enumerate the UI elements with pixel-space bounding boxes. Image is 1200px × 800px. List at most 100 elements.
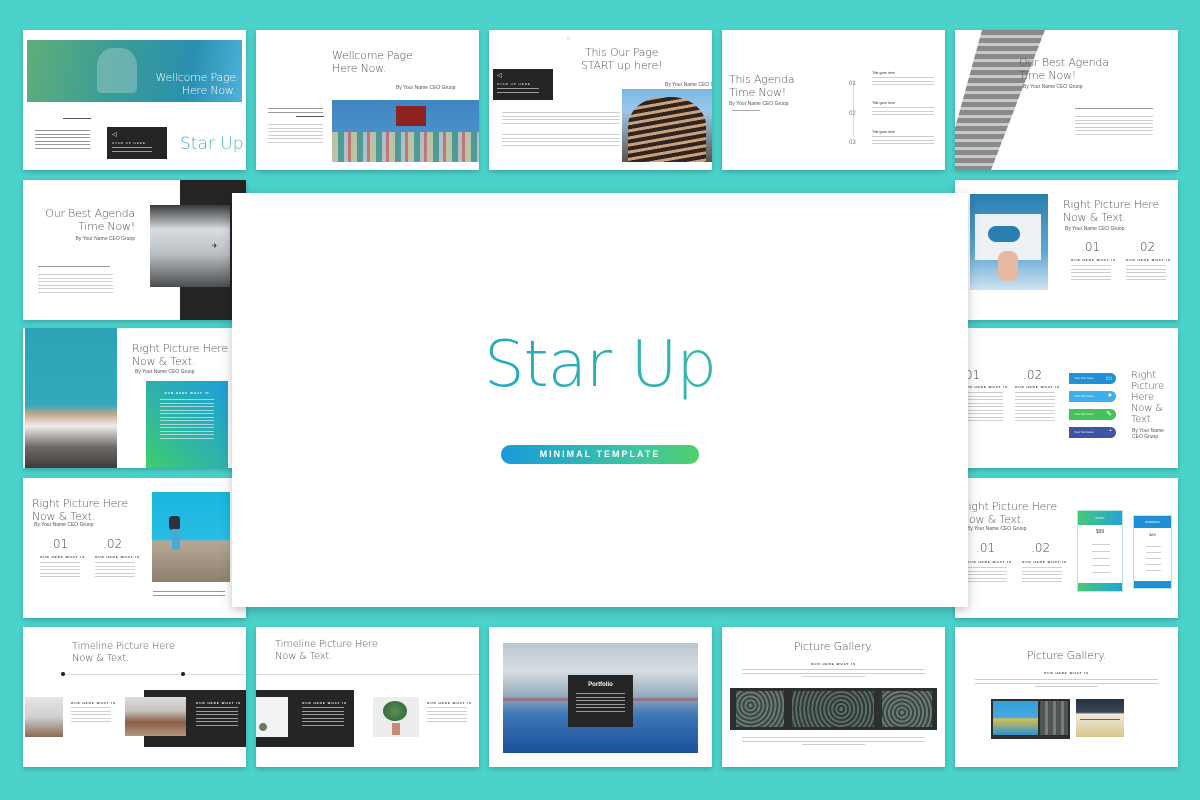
agenda-item: 02 Title goes here xyxy=(849,101,934,120)
byline: By Your Name CEO Gruop xyxy=(1023,84,1083,90)
diagonal-building-photo xyxy=(955,30,1045,170)
title-line: Right Picture Here xyxy=(961,500,1057,513)
slide-thumbnail-gallery-2[interactable]: Picture Gallery. OUR HERE WHAT IS xyxy=(955,627,1178,767)
feature-button[interactable]: Your Text Here ◔ xyxy=(1069,427,1116,438)
slide-title: Timeline Picture Here Now & Text. xyxy=(72,641,175,664)
stat-label: Our Here What is xyxy=(1022,560,1068,564)
man-sitting-photo xyxy=(152,492,230,582)
agenda-num: 03 xyxy=(849,140,856,146)
timeline-dot xyxy=(181,672,185,676)
agenda-label: Title goes here xyxy=(872,130,896,134)
title-line: START up here! xyxy=(581,58,663,72)
title-line: Our Best Agenda xyxy=(45,207,135,220)
title-line: Timeline Picture Here xyxy=(275,639,378,650)
slide-thumbnail-gallery-1[interactable]: Picture Gallery. OUR HERE WHAT IS xyxy=(722,627,945,767)
item-label: Our Here What is xyxy=(302,701,348,705)
slide-title: Our Best Agenda Time Now! xyxy=(1019,56,1109,82)
gallery-label: OUR HERE WHAT IS xyxy=(810,662,857,666)
feature-button[interactable]: Your Text Here ● xyxy=(1069,391,1116,402)
timeline-dot xyxy=(61,672,65,676)
divider xyxy=(63,118,91,119)
gallery-photo-1 xyxy=(991,699,1070,739)
item-label: Our Here What is xyxy=(196,701,242,705)
mountain-photo xyxy=(125,697,186,736)
feature-button[interactable]: Your Text Here ✎ xyxy=(1069,409,1116,420)
title-line: Text. xyxy=(1131,414,1154,425)
hero-slide-star-up[interactable]: Star Up MINIMAL TEMPLATE xyxy=(232,193,968,607)
plan-button[interactable] xyxy=(1078,583,1122,591)
stat-number: .01 xyxy=(976,541,996,555)
stat-number: .01 xyxy=(49,537,69,551)
gallery-label: OUR HERE WHAT IS xyxy=(1043,671,1090,675)
gradient-text-box: OUR HERE WHAT IS xyxy=(146,381,228,468)
byline: By Your Name CEO Gruop xyxy=(967,526,1027,532)
button-label: Your Text Here xyxy=(1074,394,1094,398)
slide-thumbnail-agenda[interactable]: This Agenda Time Now! By Your Name CEO G… xyxy=(722,30,945,170)
building-photo xyxy=(332,100,479,162)
slide-thumbnail-right-picture-beach[interactable]: Right Picture Here Now & Text. By Your N… xyxy=(23,328,246,468)
plan-price: $99 xyxy=(1095,529,1105,535)
item-label: Our Here What is xyxy=(71,701,117,705)
stat-number: .02 xyxy=(1136,240,1156,254)
stat-label: Our Here What is xyxy=(967,560,1013,564)
title-line: Now & Text. xyxy=(72,652,130,664)
title-line: Time Now! xyxy=(729,85,786,99)
pricing-card-basic: BASIC $99 xyxy=(1077,510,1123,592)
title-line: Here xyxy=(1131,392,1154,403)
stat-label: Our Here What is xyxy=(1015,385,1061,389)
plan-button[interactable] xyxy=(1134,581,1171,588)
slide-thumbnail-right-picture-cloud[interactable]: Right Picture Here Now & Text. By Your N… xyxy=(955,180,1178,320)
title-line: This Agenda xyxy=(729,73,795,86)
slide-thumbnail-start-page[interactable]: ” This Our Page START up here! By Your N… xyxy=(489,30,712,170)
slide-thumbnail-timeline-1[interactable]: Timeline Picture Here Now & Text. Our He… xyxy=(23,627,246,767)
slide-thumbnail-right-picture-pricing[interactable]: Right Picture Here Now & Text. By Your N… xyxy=(955,478,1178,618)
feature-button[interactable]: Your Text Here ▭ xyxy=(1069,373,1116,384)
edit-icon: ✎ xyxy=(1106,411,1112,418)
title-line: Time Now! xyxy=(1019,68,1076,82)
plan-price: $89 xyxy=(1149,532,1156,537)
gallery-strip xyxy=(730,688,937,730)
divider xyxy=(732,110,760,111)
slide-thumbnail-best-agenda-photo[interactable]: Our Best Agenda Time Now! By Your Name C… xyxy=(23,180,246,320)
timeline-line xyxy=(256,674,479,675)
agenda-label: Title goes here xyxy=(872,101,896,105)
slide-thumbnail-right-picture-buttons[interactable]: .01 .02 Our Here What is Our Here What i… xyxy=(955,328,1178,468)
title-line: Time Now! xyxy=(78,219,135,233)
stat-number: .02 xyxy=(103,537,123,551)
byline: By Your Name CEO Gruop xyxy=(75,236,135,242)
plant-vase-photo xyxy=(373,697,419,737)
box-label: OUR HERE WHAT IS xyxy=(164,391,210,395)
slide-title: Right Picture Here Now & Text. xyxy=(132,342,228,368)
byline: By Your Name CEO Gruop xyxy=(1132,428,1164,440)
title-line: Now & Text. xyxy=(275,650,333,662)
slide-thumbnail-right-picture-man[interactable]: Right Picture Here Now & Text. By Your N… xyxy=(23,478,246,618)
slide-title: Picture Gallery. xyxy=(1026,649,1107,662)
stat-number: .02 xyxy=(1031,541,1051,555)
beach-photo xyxy=(25,328,117,468)
stat-label: Our Here What is xyxy=(1071,258,1117,262)
slide-thumbnail-welcome-banner[interactable]: Wellcome Page Here Now. ◁ STAR UP HERE S… xyxy=(23,30,246,170)
title-line: Wellcome Page xyxy=(155,71,236,84)
agenda-num: 01 xyxy=(849,81,856,87)
stat-number: .02 xyxy=(1023,368,1043,382)
quote-icon: ” xyxy=(567,36,570,46)
title-line: Right xyxy=(1131,370,1156,381)
stat-label: Our Here What is xyxy=(40,555,86,559)
slide-thumbnail-best-agenda[interactable]: Our Best Agenda Time Now! By Your Name C… xyxy=(955,30,1178,170)
agenda-item: 01 Title goes here xyxy=(849,71,934,90)
title-line: Now & xyxy=(1131,403,1163,414)
title-line: Timeline Picture Here xyxy=(72,641,175,652)
plant-shelf-photo xyxy=(256,697,288,737)
slide-thumbnail-portfolio[interactable]: Portfolio xyxy=(489,627,712,767)
banner-title: Wellcome Page Here Now. xyxy=(155,71,236,97)
title-line: Now & Text. xyxy=(961,512,1025,526)
button-label: Your Text Here xyxy=(1074,430,1094,434)
agenda-item: 03 Title goes here xyxy=(849,130,934,149)
slide-thumbnail-welcome-page[interactable]: Wellcome Page Here Now. By Your Name CEO… xyxy=(256,30,479,170)
pricing-card-premium: PREMIUM $89 xyxy=(1133,515,1172,589)
item-label: Our Here What is xyxy=(427,701,473,705)
slide-title: This Agenda Time Now! xyxy=(729,73,795,99)
title-line: Now & Text. xyxy=(1063,210,1127,224)
slide-title: Wellcome Page Here Now. xyxy=(332,49,413,75)
slide-thumbnail-timeline-2[interactable]: Timeline Picture Here Now & Text. Our He… xyxy=(256,627,479,767)
